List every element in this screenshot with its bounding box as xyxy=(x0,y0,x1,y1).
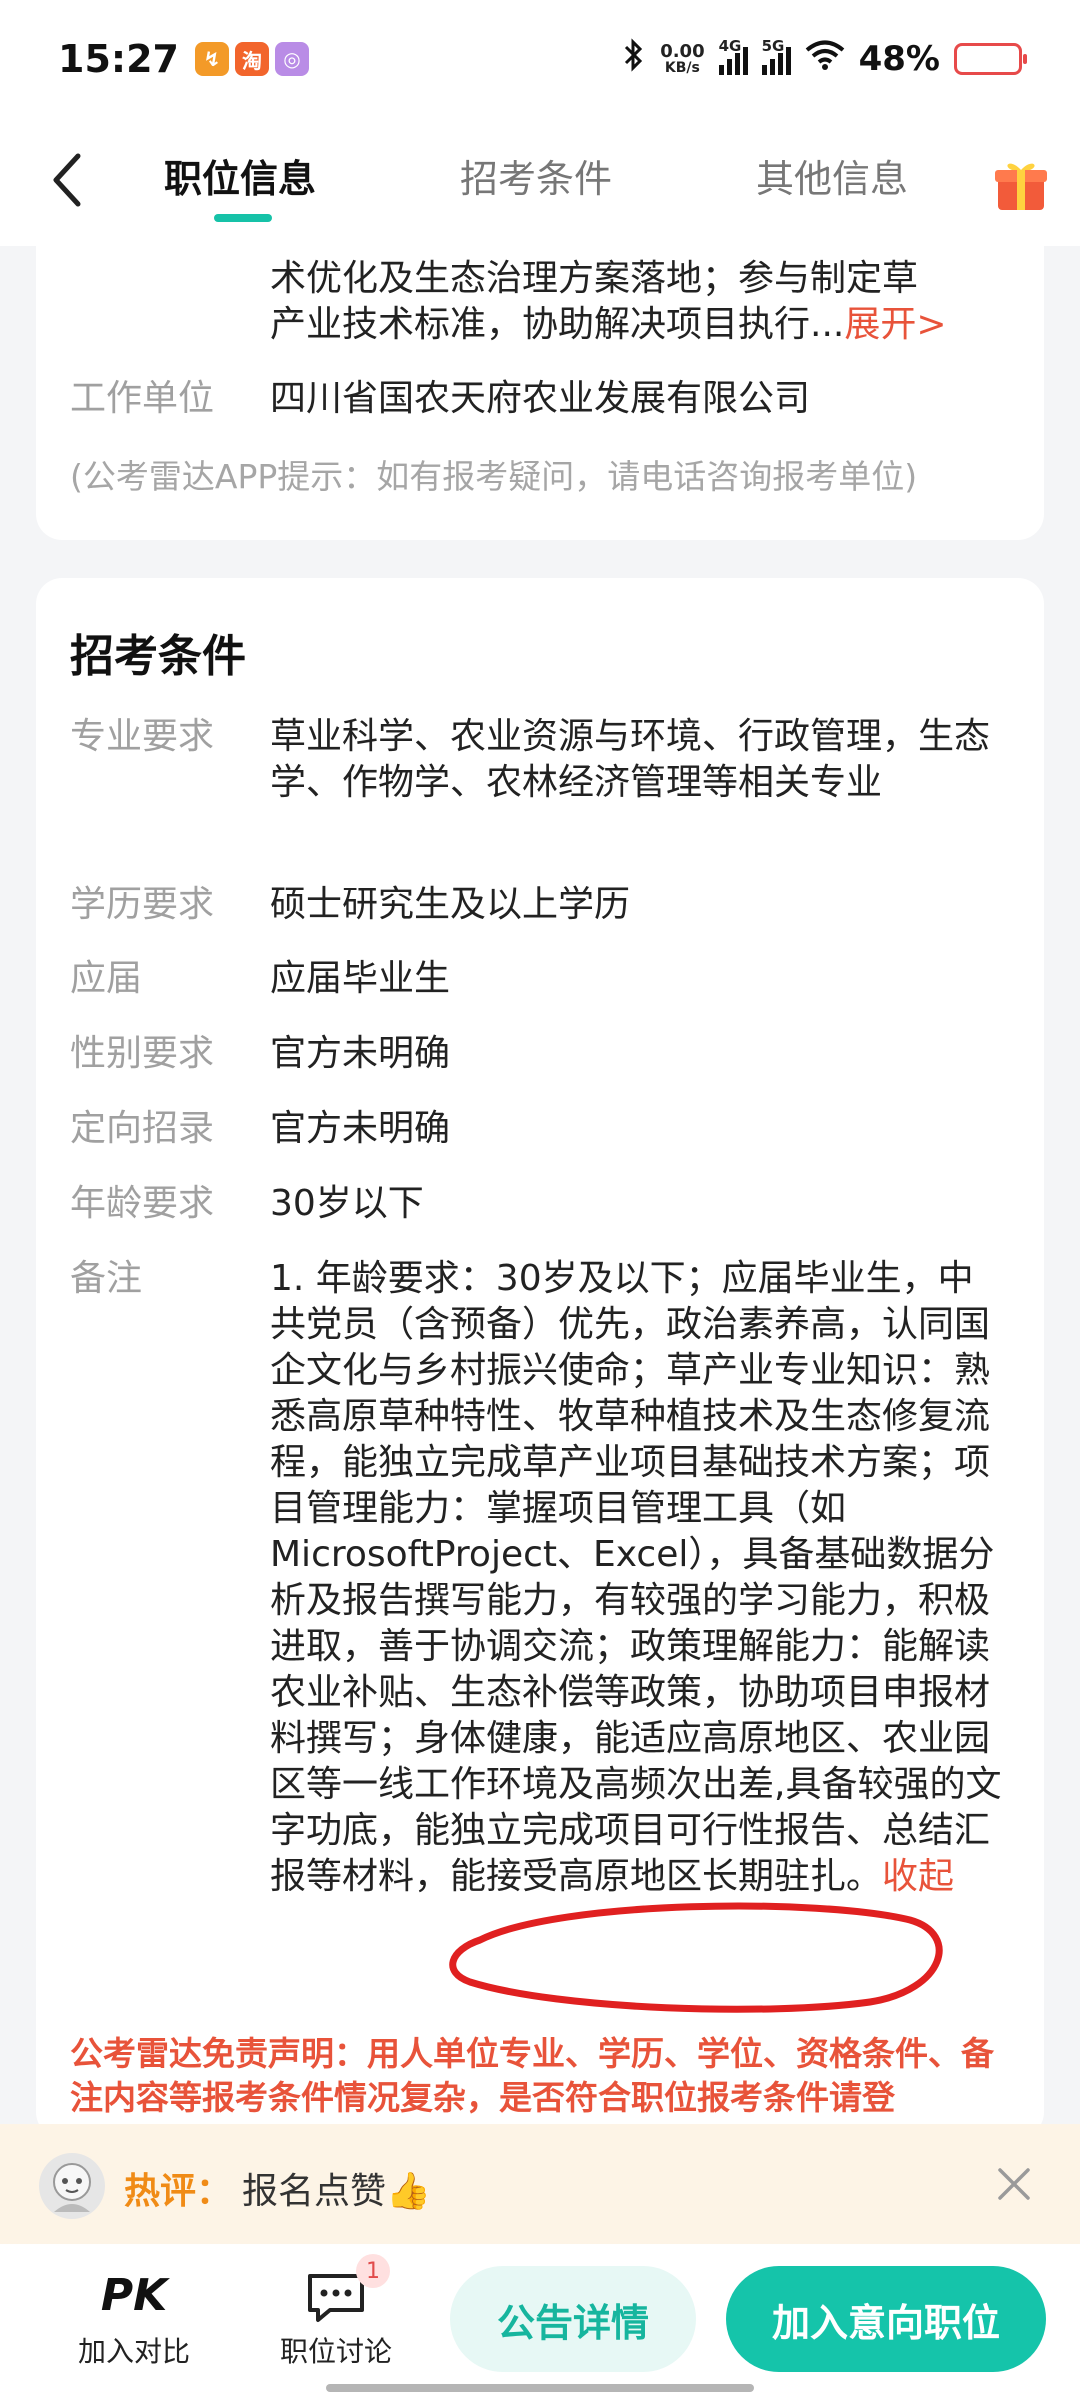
position-info-card: 术优化及生态治理方案落地；参与制定草 产业技术标准，协助解决项目执行...展开>… xyxy=(36,246,1044,540)
job-description-tail: 产业技术标准，协助解决项目执行...展开> xyxy=(270,304,947,345)
condition-row-fresh-grad: 应届 应届毕业生 xyxy=(70,958,451,999)
employer-row: 工作单位 四川省国农天府农业发展有限公司 xyxy=(70,376,1008,422)
condition-row-remark: 备注 1. 年龄要求：30岁及以下；应届毕业生，中共党员（含预备）优先，政治素养… xyxy=(70,1258,1002,1897)
condition-row-directed: 定向招录 官方未明确 xyxy=(70,1108,451,1149)
tab-other-info[interactable]: 其他信息 xyxy=(756,148,908,208)
taobao-icon: 淘 xyxy=(234,42,269,76)
close-icon[interactable] xyxy=(994,2164,1034,2204)
chat-icon: 1 xyxy=(304,2254,390,2326)
wifi-icon xyxy=(805,39,845,79)
bluetooth-icon xyxy=(622,38,646,80)
notification-apps: ↯ 淘 ◎ xyxy=(194,42,309,76)
active-tab-indicator xyxy=(214,214,272,222)
job-description: 术优化及生态治理方案落地；参与制定草 xyxy=(270,258,919,299)
bottom-action-bar: PK 加入对比 1 职位讨论 公告详情 加入意向职位 xyxy=(0,2244,1080,2400)
conditions-title: 招考条件 xyxy=(70,631,246,682)
home-indicator[interactable] xyxy=(326,2384,754,2392)
employer-label: 工作单位 xyxy=(70,378,215,419)
gift-icon[interactable] xyxy=(992,156,1050,214)
red-circle-annotation xyxy=(449,1902,943,2013)
position-discussion-button[interactable]: 1 职位讨论 xyxy=(280,2254,392,2370)
system-status: 0.00 KB/s 4G 5G 48% xyxy=(622,37,1027,80)
avatar-icon xyxy=(39,2153,105,2219)
hot-comment-bar[interactable]: 热评： 报名点赞👍 xyxy=(0,2124,1080,2244)
network-speed: 0.00 KB/s xyxy=(660,41,705,76)
signal-4g-icon: 4G xyxy=(718,37,748,75)
hot-comment-label: 热评： xyxy=(124,2171,233,2212)
signal-5g-icon: 5G xyxy=(761,37,791,75)
add-intended-position-button[interactable]: 加入意向职位 xyxy=(726,2266,1046,2372)
tab-exam-conditions[interactable]: 招考条件 xyxy=(460,148,612,208)
status-bar: 15:27 ↯ 淘 ◎ 0.00 KB/s 4G 5G 48% xyxy=(0,0,1080,118)
discussion-count-badge: 1 xyxy=(356,2254,390,2288)
disclaimer-text: 公考雷达免责声明：用人单位专业、学历、学位、资格条件、备注内容等报考条件情况复杂… xyxy=(70,2034,994,2117)
expand-link[interactable]: 展开> xyxy=(844,304,946,345)
battery-icon xyxy=(954,43,1027,75)
hot-comment-text: 报名点赞👍 xyxy=(242,2171,431,2212)
condition-row-gender: 性别要求 官方未明确 xyxy=(70,1033,451,1074)
consult-tip: (公考雷达APP提示：如有报考疑问，请电话咨询报考单位) xyxy=(70,457,918,496)
condition-row-education: 学历要求 硕士研究生及以上学历 xyxy=(70,884,631,925)
app-purple-icon: ◎ xyxy=(274,42,309,76)
remark-text: 1. 年龄要求：30岁及以下；应届毕业生，中共党员（含预备）优先，政治素养高，认… xyxy=(270,1258,1002,1897)
back-arrow-icon[interactable] xyxy=(44,148,92,212)
notice-details-button[interactable]: 公告详情 xyxy=(450,2266,696,2372)
status-time: 15:27 xyxy=(58,37,179,81)
pk-icon: PK xyxy=(100,2270,168,2321)
condition-row-age: 年龄要求 30岁以下 xyxy=(70,1183,424,1224)
employer-value: 四川省国农天府农业发展有限公司 xyxy=(270,378,811,419)
add-compare-button[interactable]: PK 加入对比 xyxy=(78,2270,190,2370)
condition-row-major: 专业要求 草业科学、农业资源与环境、行政管理，生态学、作物学、农林经济管理等相关… xyxy=(70,716,991,803)
tab-position-info[interactable]: 职位信息 xyxy=(164,148,316,208)
app-orange-icon: ↯ xyxy=(194,42,229,76)
tab-header: 职位信息 招考条件 其他信息 xyxy=(0,118,1080,246)
battery-percent: 48% xyxy=(858,39,940,79)
